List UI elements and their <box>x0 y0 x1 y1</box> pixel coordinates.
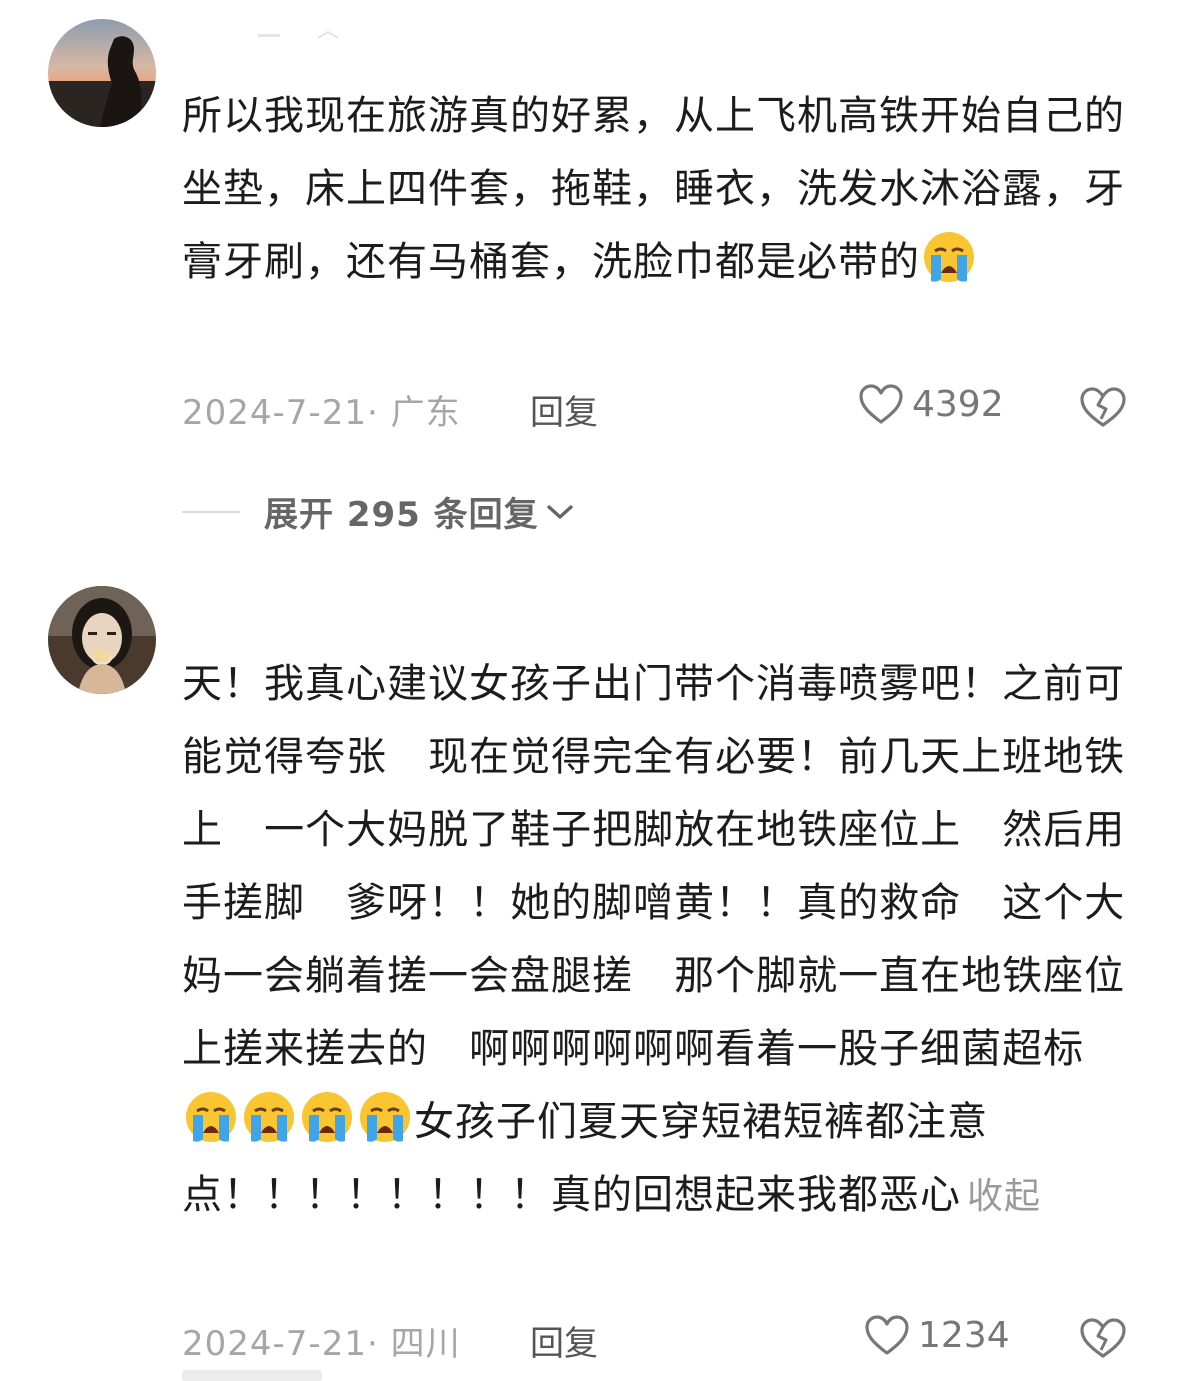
crying-face-emoji <box>241 1089 297 1145</box>
comment-meta: 2024-7-21· 四川 <box>182 1324 461 1364</box>
crying-face-emoji <box>921 229 977 285</box>
heart-outline-icon <box>865 1315 909 1355</box>
avatar-woman-portrait <box>48 586 156 694</box>
comment-text: 所以我现在旅游真的好累，从上飞机高铁开始自己的坐垫，床上四件套，拖鞋，睡衣，洗发… <box>182 80 1142 299</box>
collapse-button[interactable]: 收起 <box>967 1176 1041 1217</box>
comment-meta: 2024-7-21· 广东 <box>182 393 461 433</box>
crying-face-emoji <box>299 1089 355 1145</box>
divider <box>182 510 240 513</box>
broken-heart-icon <box>1080 387 1126 427</box>
dislike-button[interactable] <box>1078 1316 1128 1364</box>
comment-body: 所以我现在旅游真的好累，从上飞机高铁开始自己的坐垫，床上四件套，拖鞋，睡衣，洗发… <box>182 93 1125 285</box>
comment-text: 天！我真心建议女孩子出门带个消毒喷雾吧！之前可能觉得夸张 现在觉得完全有必要！前… <box>182 648 1142 1233</box>
like-button[interactable]: 1234 <box>864 1314 1010 1356</box>
crying-face-emoji <box>183 1089 239 1145</box>
comment-body: 天！我真心建议女孩子出门带个消毒喷雾吧！之前可能觉得夸张 现在觉得完全有必要！前… <box>182 661 1126 1072</box>
crying-face-emoji <box>357 1089 413 1145</box>
broken-heart-icon <box>1080 1318 1126 1358</box>
expand-replies-label: 展开 295 条回复 <box>264 495 539 535</box>
dislike-button[interactable] <box>1078 385 1128 433</box>
reply-button[interactable]: 回复 <box>530 1316 598 1365</box>
like-count: 1234 <box>918 1314 1010 1356</box>
like-button[interactable]: 4392 <box>858 383 1004 425</box>
user-avatar[interactable] <box>48 19 156 127</box>
user-avatar[interactable] <box>48 586 156 694</box>
username-faint <box>182 22 382 42</box>
expand-replies-button[interactable]: 展开 295 条回复 <box>182 487 575 536</box>
heart-outline-icon <box>859 384 903 424</box>
reply-button[interactable]: 回复 <box>530 385 598 434</box>
next-comment-peek <box>182 1370 322 1381</box>
like-count: 4392 <box>912 383 1004 425</box>
chevron-down-icon <box>546 504 573 519</box>
avatar-sunset-silhouette <box>48 19 156 127</box>
